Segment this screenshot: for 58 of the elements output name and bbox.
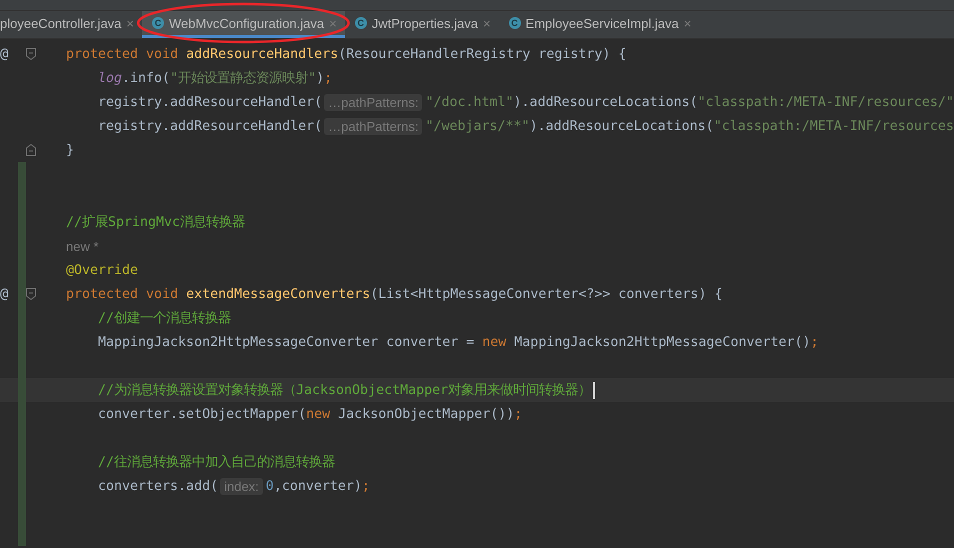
code-token: ).addResourceLocations( [530,118,714,134]
tab-label: WebMvcConfiguration.java [169,16,324,30]
implements-marker[interactable]: @ [0,286,18,302]
code-token: "/doc.html" [425,94,514,110]
parameter-hint: index: [220,478,263,494]
code-token: } [66,142,74,158]
code-token: MappingJackson2HttpMessageConverter converter = [98,334,476,350]
code-token: @Override [66,262,138,278]
code-token: ; [324,70,332,86]
code-token: ) [316,70,324,86]
fold-icon[interactable] [26,48,36,60]
code-token: log [98,70,122,86]
code-token: //扩展SpringMvc消息转换器 [66,214,246,231]
tab-label: EmployeeServiceImpl.java [526,16,679,30]
text-caret [593,382,596,398]
code-token: addResourceHandlers [186,46,338,62]
code-token: "开始设置静态资源映射" [170,70,316,87]
class-icon: C [508,17,521,29]
code-token: ,converter) [274,478,362,494]
code-token: "/webjars/**" [425,118,530,134]
code-token: ; [514,406,522,422]
code-token: JacksonObjectMapper()) [338,406,514,422]
code-token: (ResourceHandlerRegistry registry) { [338,46,626,62]
editor-tab[interactable]: C EmployeeServiceImpl.java × [498,11,700,38]
code-token: ; [362,478,370,494]
implements-marker[interactable]: @ [0,46,18,62]
code-token: "classpath:/META-INF/resources/" [698,94,954,110]
code-token: registry.addResourceHandler( [98,118,322,134]
parameter-hint: …pathPatterns: [324,118,422,134]
class-icon: C [354,17,367,29]
editor-tab[interactable]: ployeeController.java × [0,11,142,38]
code-token: converter.setObjectMapper( [98,406,306,422]
code-token: //为消息转换器设置对象转换器（JacksonObjectMapper对象用来做时间转换器） [98,382,592,399]
code-token: MappingJackson2HttpMessageConverter() [514,334,810,350]
code-token: ).addResourceLocations( [514,94,698,110]
tab-label: JwtProperties.java [372,16,478,30]
fold-icon[interactable] [26,144,36,156]
code-token: //创建一个消息转换器 [98,310,232,327]
author-hint: new * [66,238,99,254]
fold-icon[interactable] [26,288,36,300]
editor-tab[interactable]: C JwtProperties.java × [344,11,499,38]
code-token: new [482,334,508,350]
class-icon: C [152,17,164,29]
code-token: converters.add( [98,478,218,494]
code-token: .info( [122,70,170,86]
code-token: new [306,406,332,422]
code-token: (List<HttpMessageConverter<?>> converters) { [370,286,722,302]
code-token: ; [810,334,819,350]
parameter-hint: …pathPatterns: [324,94,422,110]
code-token: protected void [66,286,180,302]
code-token: registry.addResourceHandler( [98,94,322,110]
code-token: protected void [66,46,180,62]
code-token: extendMessageConverters [186,286,370,302]
code-token: "classpath:/META-INF/resources [714,118,954,134]
code-token: //往消息转换器中加入自己的消息转换器 [98,454,336,471]
tab-label: ployeeController.java [0,16,122,30]
code-token: 0 [266,478,274,494]
editor-tab[interactable]: C WebMvcConfiguration.java × [142,11,345,38]
